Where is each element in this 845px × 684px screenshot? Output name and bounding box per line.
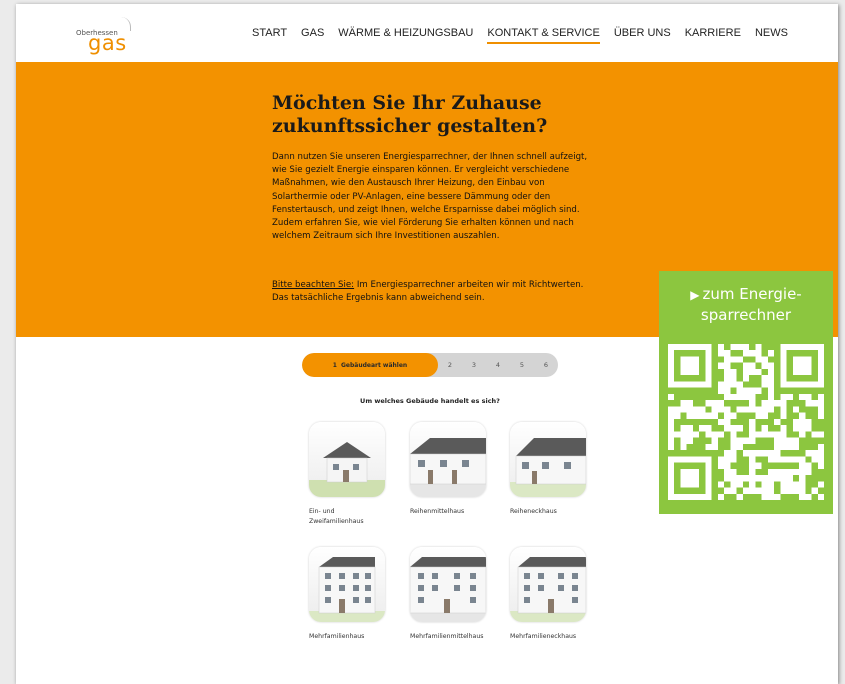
hero-note: Bitte beachten Sie: Im Energiesparrechne… [272, 279, 592, 305]
qr-callout-text: ▶ zum Energie- sparrechner [659, 284, 833, 325]
apartment-middle-image [410, 547, 486, 622]
step-4[interactable]: 4 [486, 353, 510, 377]
building-question: Um welches Gebäude handelt es sich? [360, 397, 500, 405]
hero-title: Möchten Sie Ihr Zuhause zukunftssicher g… [272, 92, 548, 137]
qr-line-2: sparrechner [700, 306, 792, 324]
nav-item-ueber-uns[interactable]: ÜBER UNS [614, 27, 671, 44]
building-card[interactable]: Ein- und Zweifamilienhaus [309, 422, 389, 527]
card-label: Reiheneckhaus [510, 508, 557, 515]
step-label: Gebäudeart wählen [340, 361, 408, 369]
step-6[interactable]: 6 [534, 353, 558, 377]
building-card[interactable]: Reihenmittelhaus [410, 422, 490, 517]
row-house-middle-image [410, 422, 486, 497]
nav-item-start[interactable]: START [252, 27, 287, 44]
row-house-end-image [510, 422, 586, 497]
nav-item-karriere[interactable]: KARRIERE [685, 27, 741, 44]
main-nav: START GAS WÄRME & HEIZUNGSBAU KONTAKT & … [252, 27, 802, 44]
step-1-active[interactable]: 1 Gebäudeart wählen [302, 353, 438, 377]
qr-line-1: zum Energie- [702, 285, 802, 303]
apartment-house-image [309, 547, 385, 622]
building-card[interactable]: Mehrfamilienmittelhaus [410, 547, 490, 642]
note-label: Bitte beachten Sie: [272, 280, 355, 290]
building-card[interactable]: Mehrfamilieneckhaus [510, 547, 590, 642]
qr-code-icon [668, 344, 824, 500]
step-2[interactable]: 2 [438, 353, 462, 377]
nav-item-gas[interactable]: GAS [301, 27, 324, 44]
oberhessen-gas-logo[interactable]: Oberhessen gas [76, 15, 146, 55]
calculator-stepper: 1 Gebäudeart wählen 2 3 4 5 6 [302, 353, 558, 377]
house-image [309, 422, 385, 497]
card-label: Mehrfamilienmittelhaus [410, 633, 484, 640]
card-label: Ein- und Zweifamilienhaus [309, 508, 364, 525]
logo-main-text: gas [88, 31, 127, 55]
qr-callout[interactable]: ▶ zum Energie- sparrechner [659, 271, 833, 514]
nav-item-waerme-heizungsbau[interactable]: WÄRME & HEIZUNGSBAU [338, 27, 473, 44]
building-card[interactable]: Reiheneckhaus [510, 422, 590, 517]
flame-icon [120, 17, 131, 31]
step-5[interactable]: 5 [510, 353, 534, 377]
card-label: Reihenmittelhaus [410, 508, 465, 515]
hero-text: Dann nutzen Sie unseren Energiesparrechn… [272, 152, 588, 242]
card-label: Mehrfamilieneckhaus [510, 633, 577, 640]
nav-item-news[interactable]: NEWS [755, 27, 788, 44]
nav-item-kontakt-service[interactable]: KONTAKT & SERVICE [487, 27, 600, 44]
card-label: Mehrfamilienhaus [309, 633, 365, 640]
apartment-end-image [510, 547, 586, 622]
play-triangle-icon: ▶ [690, 288, 700, 302]
building-card[interactable]: Mehrfamilienhaus [309, 547, 389, 642]
step-number: 1 [332, 361, 337, 369]
step-3[interactable]: 3 [462, 353, 486, 377]
